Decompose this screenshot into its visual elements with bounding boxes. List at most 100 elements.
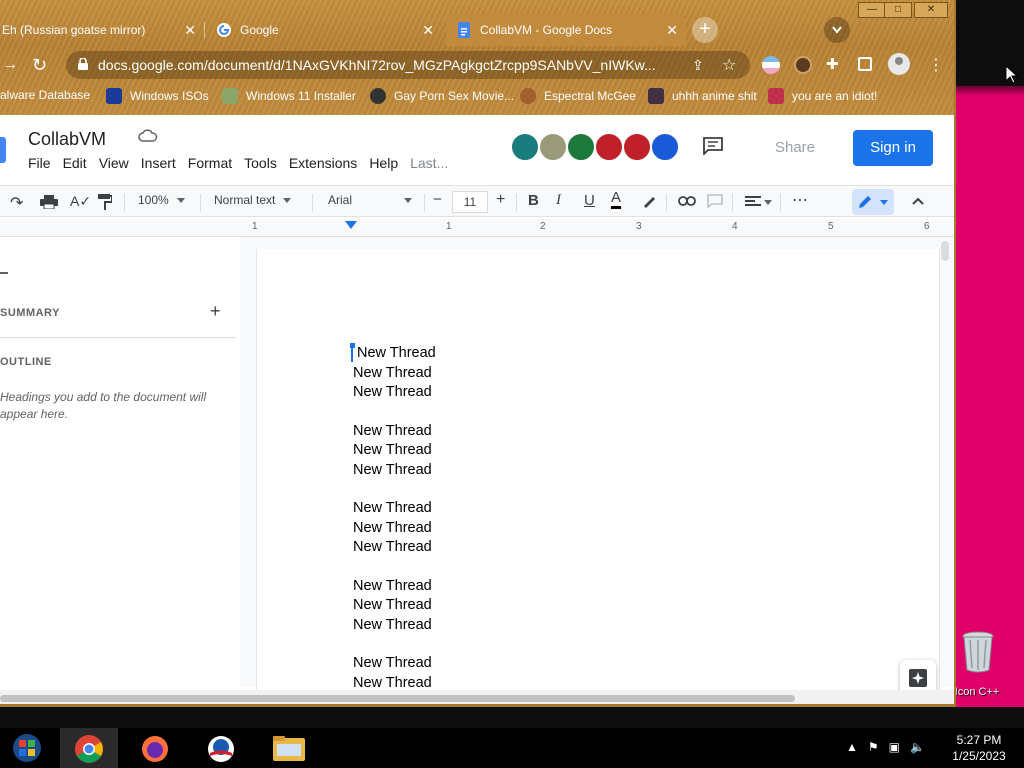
menu-extensions[interactable]: Extensions — [289, 155, 357, 171]
window-close-button[interactable]: ✕ — [914, 2, 948, 18]
share-page-icon[interactable]: ⇪ — [692, 57, 704, 74]
collaborator-avatar[interactable] — [566, 132, 596, 162]
insert-link-icon[interactable] — [678, 196, 696, 206]
volume-icon[interactable]: 🔈 — [910, 740, 925, 754]
extension-avatar-icon[interactable] — [794, 56, 812, 74]
paint-format-icon[interactable] — [98, 194, 112, 210]
chevron-up-icon[interactable] — [912, 197, 924, 205]
network-icon[interactable]: ▣ — [889, 740, 900, 754]
font-size-input[interactable]: 11 — [452, 191, 488, 213]
document-blank-line[interactable] — [353, 403, 436, 422]
font-select[interactable]: Arial — [328, 193, 416, 207]
bookmark-espectral-mcgee[interactable]: Espectral McGee — [520, 88, 636, 104]
extension-flag-icon[interactable] — [762, 56, 780, 74]
tab-close-icon[interactable]: ✕ — [184, 22, 196, 39]
extensions-puzzle-icon[interactable]: ✚ — [826, 55, 839, 73]
document-line[interactable]: New Thread — [353, 364, 436, 384]
print-icon[interactable] — [40, 195, 58, 209]
docs-logo-icon[interactable] — [0, 137, 6, 163]
add-summary-button[interactable]: + — [210, 301, 221, 322]
more-options-icon[interactable]: ⋯ — [792, 190, 808, 210]
dropdown-arrow-icon[interactable] — [764, 200, 772, 205]
document-blank-line[interactable] — [353, 558, 436, 577]
document-page[interactable]: New Thread New Thread New Thread New Thread… — [256, 249, 940, 704]
menu-help[interactable]: Help — [369, 155, 398, 171]
menu-tools[interactable]: Tools — [244, 155, 277, 171]
collaborator-avatar[interactable] — [510, 132, 540, 162]
taskbar-app-obama[interactable] — [192, 728, 250, 768]
italic-button[interactable]: I — [556, 192, 561, 209]
document-title[interactable]: CollabVM — [28, 129, 106, 150]
bookmark-windows-11-installer[interactable]: Windows 11 Installer — [222, 88, 356, 104]
paragraph-style-select[interactable]: Normal text — [214, 193, 292, 207]
browser-menu-icon[interactable]: ⋮ — [928, 55, 944, 75]
reload-icon[interactable]: ↻ — [32, 55, 47, 76]
indent-marker-icon[interactable] — [345, 221, 357, 229]
document-blank-line[interactable] — [353, 635, 436, 654]
highlight-pen-icon[interactable] — [642, 194, 656, 208]
start-button[interactable] — [0, 728, 58, 768]
collaborator-avatar[interactable] — [650, 132, 680, 162]
tab-close-icon[interactable]: ✕ — [422, 22, 434, 39]
bookmark-malware-database[interactable]: alware Database — [0, 88, 90, 102]
collaborator-avatar[interactable] — [538, 132, 568, 162]
spellcheck-icon[interactable]: A✓ — [70, 193, 91, 210]
menu-view[interactable]: View — [99, 155, 129, 171]
window-minimize-button[interactable]: — — [858, 2, 886, 18]
collaborator-avatar[interactable] — [594, 132, 624, 162]
tab-google-docs[interactable]: CollabVM - Google Docs ✕ — [446, 14, 686, 46]
bookmark-star-icon[interactable]: ☆ — [722, 55, 736, 75]
taskbar-clock[interactable]: 5:27 PM 1/25/2023 — [946, 732, 1012, 764]
document-line[interactable]: New Thread — [353, 577, 436, 597]
align-left-icon[interactable] — [745, 196, 761, 208]
menu-edit[interactable]: Edit — [63, 155, 87, 171]
last-edit-link[interactable]: Last... — [410, 155, 448, 171]
desktop-icon-recycle[interactable]: Icon C++ — [954, 630, 1000, 698]
underline-button[interactable]: U — [584, 192, 595, 209]
scrollbar-thumb[interactable] — [0, 695, 795, 702]
document-line[interactable]: New Thread — [353, 499, 436, 519]
zoom-select[interactable]: 100% — [138, 193, 185, 207]
menu-file[interactable]: File — [28, 155, 51, 171]
address-bar[interactable]: docs.google.com/document/d/1NAxGVKhNI72r… — [66, 51, 750, 79]
url-text[interactable]: docs.google.com/document/d/1NAxGVKhNI72r… — [98, 57, 688, 73]
document-line[interactable]: New Thread — [353, 441, 436, 461]
taskbar-firefox[interactable] — [126, 728, 184, 768]
cloud-status-icon[interactable] — [138, 129, 158, 145]
show-hidden-icons-icon[interactable]: ▲ — [846, 740, 858, 754]
document-line[interactable]: New Thread — [353, 616, 436, 636]
action-center-flag-icon[interactable]: ⚑ — [868, 740, 879, 754]
horizontal-scrollbar[interactable] — [0, 690, 954, 704]
document-line[interactable]: New Thread — [353, 422, 436, 442]
document-line[interactable]: New Thread — [353, 654, 436, 674]
add-comment-icon[interactable] — [707, 194, 723, 208]
share-button[interactable]: Share — [748, 130, 842, 166]
new-tab-button[interactable]: + — [692, 17, 718, 43]
tab-close-icon[interactable]: ✕ — [666, 22, 678, 39]
document-line[interactable]: New Thread — [353, 461, 436, 481]
menu-insert[interactable]: Insert — [141, 155, 176, 171]
document-line[interactable]: New Thread — [353, 383, 436, 403]
sign-in-button[interactable]: Sign in — [853, 130, 933, 166]
comment-history-icon[interactable] — [702, 137, 724, 155]
document-line[interactable]: New Thread — [353, 596, 436, 616]
forward-arrow-icon[interactable]: → — [2, 56, 18, 74]
tab-russian-mirror[interactable]: Eh (Russian goatse mirror) ✕ — [0, 14, 204, 46]
redo-icon[interactable]: ↷ — [10, 193, 23, 213]
document-body[interactable]: New Thread New Thread New Thread New Thread… — [350, 343, 436, 693]
side-panel-icon[interactable] — [858, 57, 872, 71]
document-line[interactable]: New Thread — [353, 538, 436, 558]
window-maximize-button[interactable]: □ — [884, 2, 912, 18]
document-line[interactable]: New Thread — [353, 519, 436, 539]
tab-google[interactable]: Google ✕ — [206, 14, 442, 46]
collaborator-avatar[interactable] — [622, 132, 652, 162]
bookmark-movie[interactable]: Gay Porn Sex Movie... — [370, 88, 514, 104]
document-line[interactable]: New Thread — [350, 343, 436, 364]
taskbar-file-explorer[interactable] — [260, 728, 318, 768]
bold-button[interactable]: B — [528, 192, 539, 209]
bookmark-windows-isos[interactable]: Windows ISOs — [106, 88, 209, 104]
text-color-button[interactable]: A — [611, 190, 622, 209]
tab-search-button[interactable] — [824, 17, 850, 43]
menu-format[interactable]: Format — [188, 155, 232, 171]
decrease-font-size-button[interactable]: − — [433, 191, 442, 208]
